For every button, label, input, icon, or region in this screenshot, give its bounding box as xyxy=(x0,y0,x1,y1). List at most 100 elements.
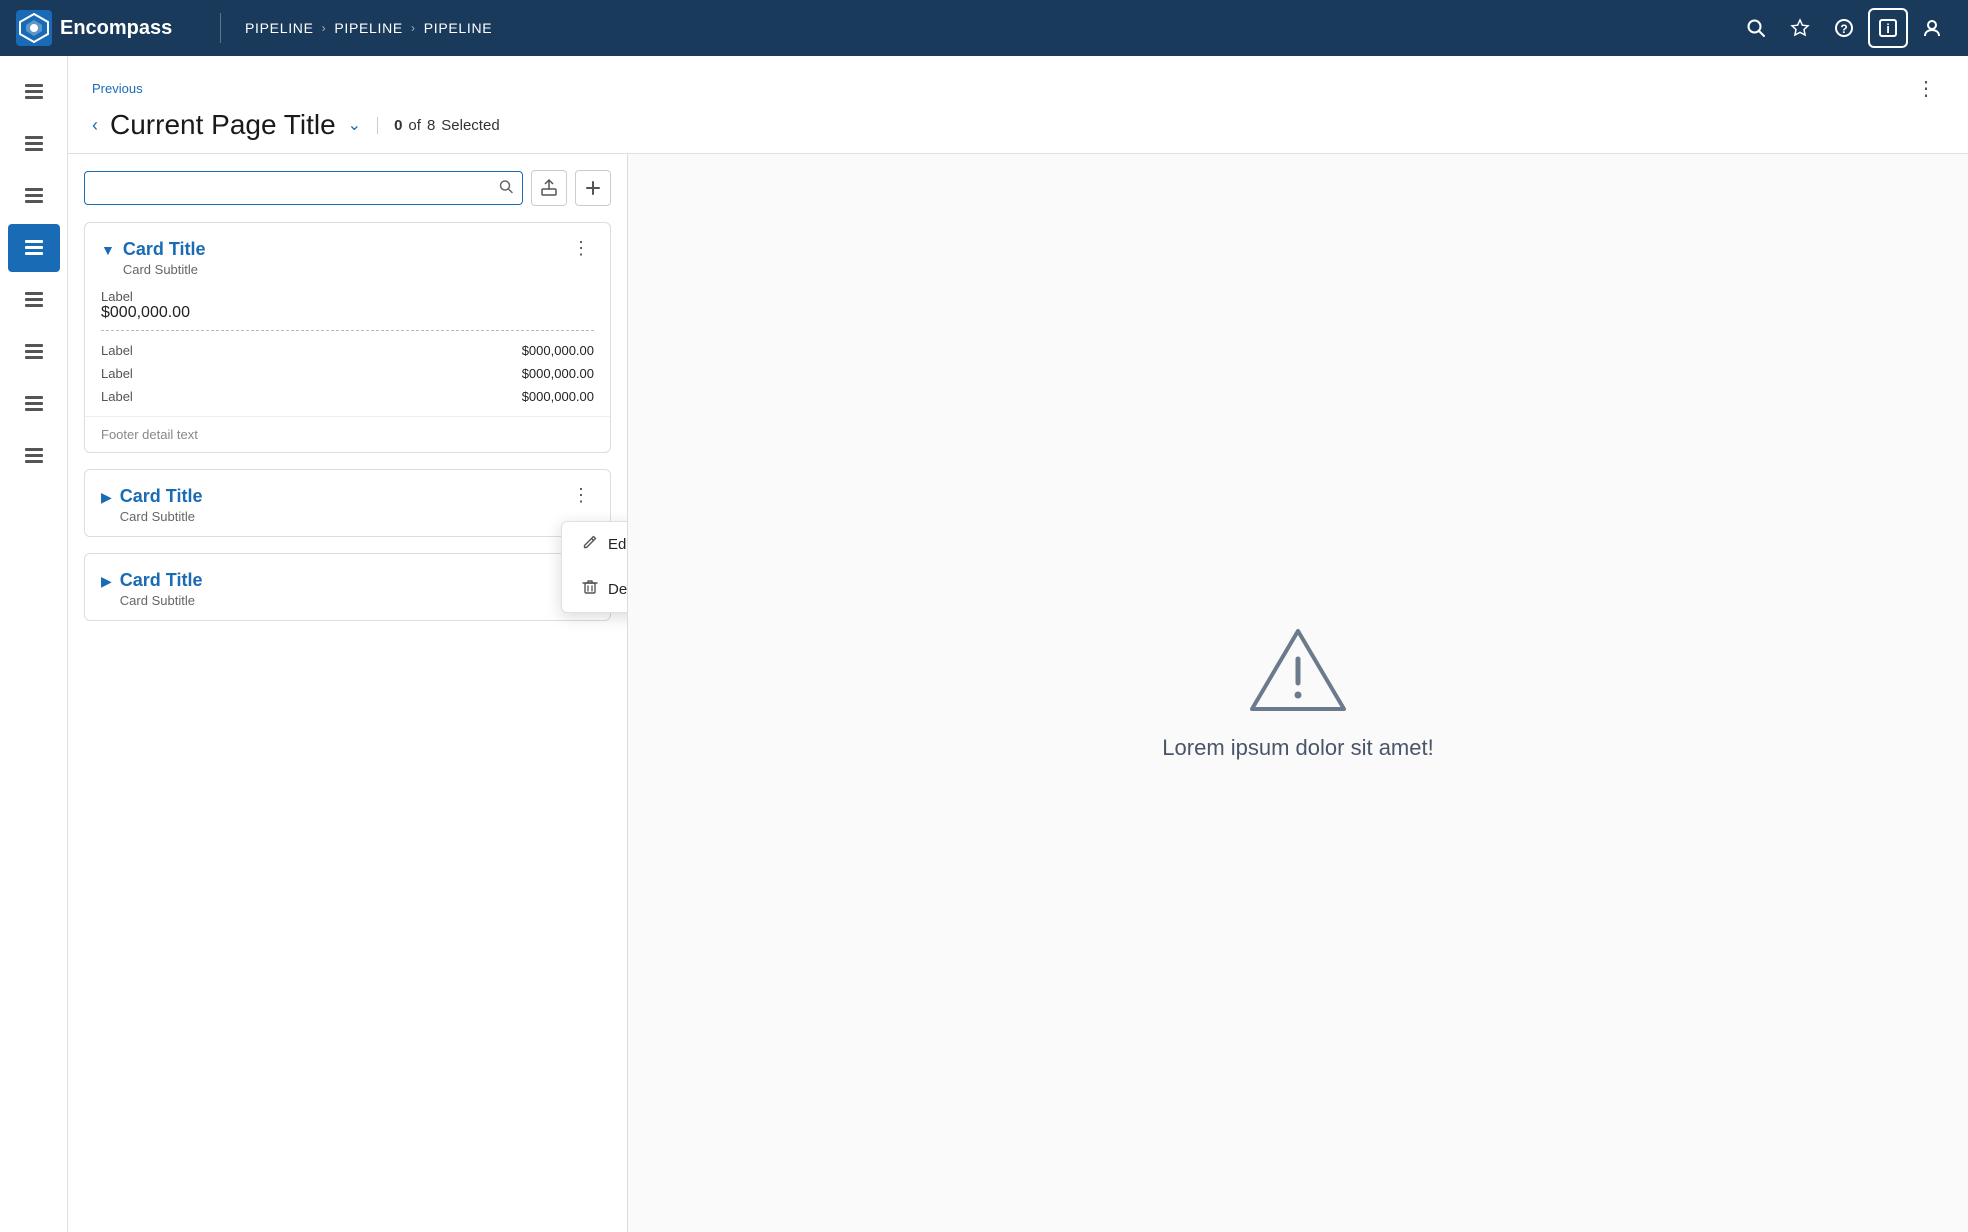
favorites-button[interactable] xyxy=(1780,8,1820,48)
export-icon xyxy=(540,179,558,197)
star-icon xyxy=(1790,18,1810,38)
list-icon-7 xyxy=(23,393,45,415)
search-nav-button[interactable] xyxy=(1736,8,1776,48)
right-panel: Lorem ipsum dolor sit amet! xyxy=(628,154,1968,1232)
card-3-title[interactable]: Card Title xyxy=(120,570,203,591)
card-1-row-3-value: $000,000.00 xyxy=(522,389,594,404)
context-menu-delete-label: Delete xyxy=(608,581,628,598)
page-nav-row: Previous ⋮ xyxy=(92,72,1944,105)
card-2-chevron[interactable]: ▶ xyxy=(101,489,112,506)
card-1: ▼ Card Title Card Subtitle ⋮ Label $000,… xyxy=(84,222,611,453)
sidebar-item-7[interactable] xyxy=(8,380,60,428)
svg-text:i: i xyxy=(1886,21,1890,36)
card-1-main-value: $000,000.00 xyxy=(101,304,594,322)
sidebar-item-2[interactable] xyxy=(8,120,60,168)
selection-total: 8 xyxy=(427,117,435,134)
card-3-subtitle: Card Subtitle xyxy=(120,593,203,608)
card-1-subtitle: Card Subtitle xyxy=(123,262,206,277)
app-name: Encompass xyxy=(60,17,172,40)
sidebar-item-6[interactable] xyxy=(8,328,60,376)
card-2-wrapper: ▶ Card Title Card Subtitle ⋮ xyxy=(84,469,611,537)
list-icon-6 xyxy=(23,341,45,363)
card-1-footer: Footer detail text xyxy=(85,416,610,452)
list-icon-8 xyxy=(23,445,45,467)
export-button[interactable] xyxy=(531,170,567,206)
card-1-row-1-value: $000,000.00 xyxy=(522,343,594,358)
search-input-wrap xyxy=(84,171,523,205)
card-1-main-row: Label $000,000.00 xyxy=(101,289,594,322)
user-button[interactable] xyxy=(1912,8,1952,48)
info-button[interactable]: i xyxy=(1868,8,1908,48)
context-menu-delete[interactable]: Delete xyxy=(562,567,628,612)
card-3-chevron[interactable]: ▶ xyxy=(101,573,112,590)
card-1-header: ▼ Card Title Card Subtitle ⋮ xyxy=(85,223,610,289)
page-more-button[interactable]: ⋮ xyxy=(1908,72,1944,105)
back-button[interactable]: ‹ xyxy=(92,115,98,136)
page-header: Previous ⋮ ‹ Current Page Title ⌄ 0 of 8… xyxy=(68,56,1968,154)
card-1-row-2-value: $000,000.00 xyxy=(522,366,594,381)
search-icon xyxy=(499,180,513,197)
breadcrumb-item-2[interactable]: PIPELINE xyxy=(334,20,403,36)
warning-icon-wrap xyxy=(1248,625,1348,715)
breadcrumb-chevron-2: › xyxy=(411,21,416,35)
selection-info: 0 of 8 Selected xyxy=(377,117,500,134)
card-1-title-text-wrap: Card Title Card Subtitle xyxy=(123,239,206,277)
previous-link[interactable]: Previous xyxy=(92,81,143,96)
info-icon: i xyxy=(1878,18,1898,38)
card-2-more-button[interactable]: ⋮ xyxy=(568,486,594,504)
delete-icon xyxy=(582,579,598,600)
card-1-row-3: Label $000,000.00 xyxy=(101,385,594,408)
card-1-row-1-label: Label xyxy=(101,343,133,358)
warning-icon xyxy=(1248,625,1348,715)
sidebar-item-4[interactable] xyxy=(8,224,60,272)
breadcrumb-item-3[interactable]: PIPELINE xyxy=(424,20,493,36)
list-icon-2 xyxy=(23,133,45,155)
card-2-header: ▶ Card Title Card Subtitle ⋮ xyxy=(85,470,610,536)
card-1-more-button[interactable]: ⋮ xyxy=(568,239,594,257)
main-content: Previous ⋮ ‹ Current Page Title ⌄ 0 of 8… xyxy=(68,56,1968,1232)
breadcrumb-item-1[interactable]: PIPELINE xyxy=(245,20,314,36)
card-1-body: Label $000,000.00 Label $000,000.00 Labe… xyxy=(85,289,610,416)
list-icon-3 xyxy=(23,185,45,207)
card-3: ▶ Card Title Card Subtitle ⋮ xyxy=(84,553,611,621)
card-3-title-text-wrap: Card Title Card Subtitle xyxy=(120,570,203,608)
selection-of: of xyxy=(408,117,421,134)
card-2-title-wrap: ▶ Card Title Card Subtitle xyxy=(101,486,202,524)
selection-count: 0 xyxy=(394,117,402,134)
top-nav: Encompass PIPELINE › PIPELINE › PIPELINE… xyxy=(0,0,1968,56)
edit-icon xyxy=(582,534,598,555)
sidebar-item-3[interactable] xyxy=(8,172,60,220)
selection-label: Selected xyxy=(441,117,499,134)
sidebar-item-1[interactable] xyxy=(8,68,60,116)
list-icon-5 xyxy=(23,289,45,311)
list-icon-4 xyxy=(23,237,45,259)
sidebar-item-5[interactable] xyxy=(8,276,60,324)
card-1-row-1: Label $000,000.00 xyxy=(101,339,594,362)
list-icon-1 xyxy=(23,81,45,103)
user-icon xyxy=(1922,18,1942,38)
page-title: Current Page Title xyxy=(110,109,336,141)
app-layout: Previous ⋮ ‹ Current Page Title ⌄ 0 of 8… xyxy=(0,56,1968,1232)
warning-text: Lorem ipsum dolor sit amet! xyxy=(1162,735,1433,761)
page-title-row: ‹ Current Page Title ⌄ 0 of 8 Selected xyxy=(92,109,1944,153)
card-2-title-text-wrap: Card Title Card Subtitle xyxy=(120,486,203,524)
nav-divider xyxy=(220,13,221,43)
card-2-title[interactable]: Card Title xyxy=(120,486,203,507)
sidebar-item-8[interactable] xyxy=(8,432,60,480)
search-nav-icon xyxy=(1746,18,1766,38)
context-menu-edit[interactable]: Edit xyxy=(562,522,628,567)
page-title-dropdown-icon[interactable]: ⌄ xyxy=(348,115,361,135)
card-1-row-2: Label $000,000.00 xyxy=(101,362,594,385)
search-input[interactable] xyxy=(84,171,523,205)
context-menu: Edit xyxy=(561,521,628,613)
card-2-subtitle: Card Subtitle xyxy=(120,509,203,524)
breadcrumb-chevron-1: › xyxy=(322,21,327,35)
add-button[interactable] xyxy=(575,170,611,206)
search-row xyxy=(84,170,611,206)
card-1-title[interactable]: Card Title xyxy=(123,239,206,260)
help-icon: ? xyxy=(1834,18,1854,38)
nav-actions: ? i xyxy=(1736,8,1952,48)
help-button[interactable]: ? xyxy=(1824,8,1864,48)
card-1-row-2-label: Label xyxy=(101,366,133,381)
card-1-chevron[interactable]: ▼ xyxy=(101,242,115,258)
